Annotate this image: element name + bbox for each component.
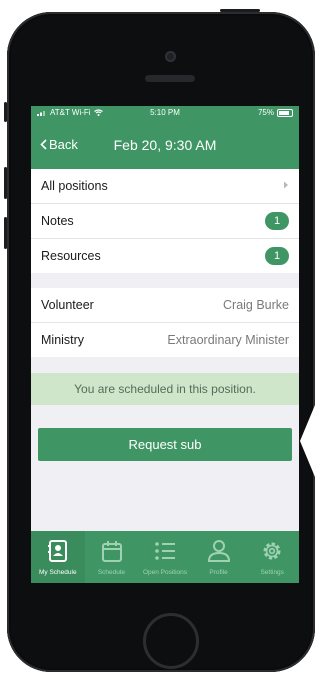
status-bar: AT&T Wi-Fi 5:10 PM 75% — [31, 106, 299, 119]
person-icon — [207, 540, 230, 562]
home-button[interactable] — [143, 613, 199, 669]
tab-label: Profile — [209, 569, 228, 576]
row-label: Resources — [41, 249, 101, 263]
tab-my-schedule[interactable]: My Schedule — [31, 531, 85, 583]
tab-schedule[interactable]: Schedule — [85, 531, 139, 583]
nav-bar: Back Feb 20, 9:30 AM — [31, 119, 299, 169]
notes-count-badge: 1 — [265, 212, 289, 230]
tab-label: My Schedule — [39, 569, 77, 576]
tab-label: Open Positions — [142, 569, 188, 576]
row-label: Volunteer — [41, 298, 94, 312]
silent-switch — [4, 102, 7, 122]
battery-icon — [277, 108, 293, 117]
row-all-positions[interactable]: All positions — [31, 169, 299, 204]
battery-percent: 75% — [257, 108, 274, 117]
status-right: 75% — [258, 108, 293, 117]
app-screen: AT&T Wi-Fi 5:10 PM 75% Back Feb 20, 9:30… — [31, 106, 299, 583]
chevron-right-icon — [284, 181, 288, 189]
tab-bar: My Schedule Schedule Open Positions Prof… — [31, 531, 299, 583]
row-ministry: Ministry Extraordinary Minister — [31, 323, 299, 357]
front-camera — [165, 51, 176, 62]
tab-profile[interactable]: Profile — [192, 531, 246, 583]
power-button — [220, 9, 260, 12]
tab-label: Schedule — [97, 569, 125, 576]
decorative-notch — [300, 393, 320, 489]
earpiece-speaker — [145, 75, 195, 82]
row-value: Craig Burke — [223, 298, 289, 312]
row-volunteer: Volunteer Craig Burke — [31, 288, 299, 323]
tab-open-positions[interactable]: Open Positions — [138, 531, 192, 583]
row-resources[interactable]: Resources 1 — [31, 239, 299, 273]
request-sub-button[interactable]: Request sub — [38, 428, 292, 461]
list-icon — [155, 542, 176, 560]
row-label: Ministry — [41, 333, 85, 347]
row-value: Extraordinary Minister — [167, 333, 289, 347]
resources-count-badge: 1 — [265, 247, 289, 265]
row-label: Notes — [41, 214, 74, 228]
scheduled-banner: You are scheduled in this position. — [31, 373, 299, 405]
info-section: All positions Notes 1 Resources 1 — [31, 169, 299, 273]
contact-card-icon — [48, 540, 67, 562]
page-title: Feb 20, 9:30 AM — [113, 137, 217, 153]
tab-settings[interactable]: Settings — [245, 531, 299, 583]
detail-section: Volunteer Craig Burke Ministry Extraordi… — [31, 288, 299, 357]
row-notes[interactable]: Notes 1 — [31, 204, 299, 239]
tab-label: Settings — [260, 569, 284, 576]
row-label: All positions — [41, 179, 108, 193]
calendar-icon — [101, 541, 122, 562]
volume-up-button — [4, 167, 7, 199]
volume-down-button — [4, 217, 7, 249]
gear-icon — [263, 542, 281, 560]
